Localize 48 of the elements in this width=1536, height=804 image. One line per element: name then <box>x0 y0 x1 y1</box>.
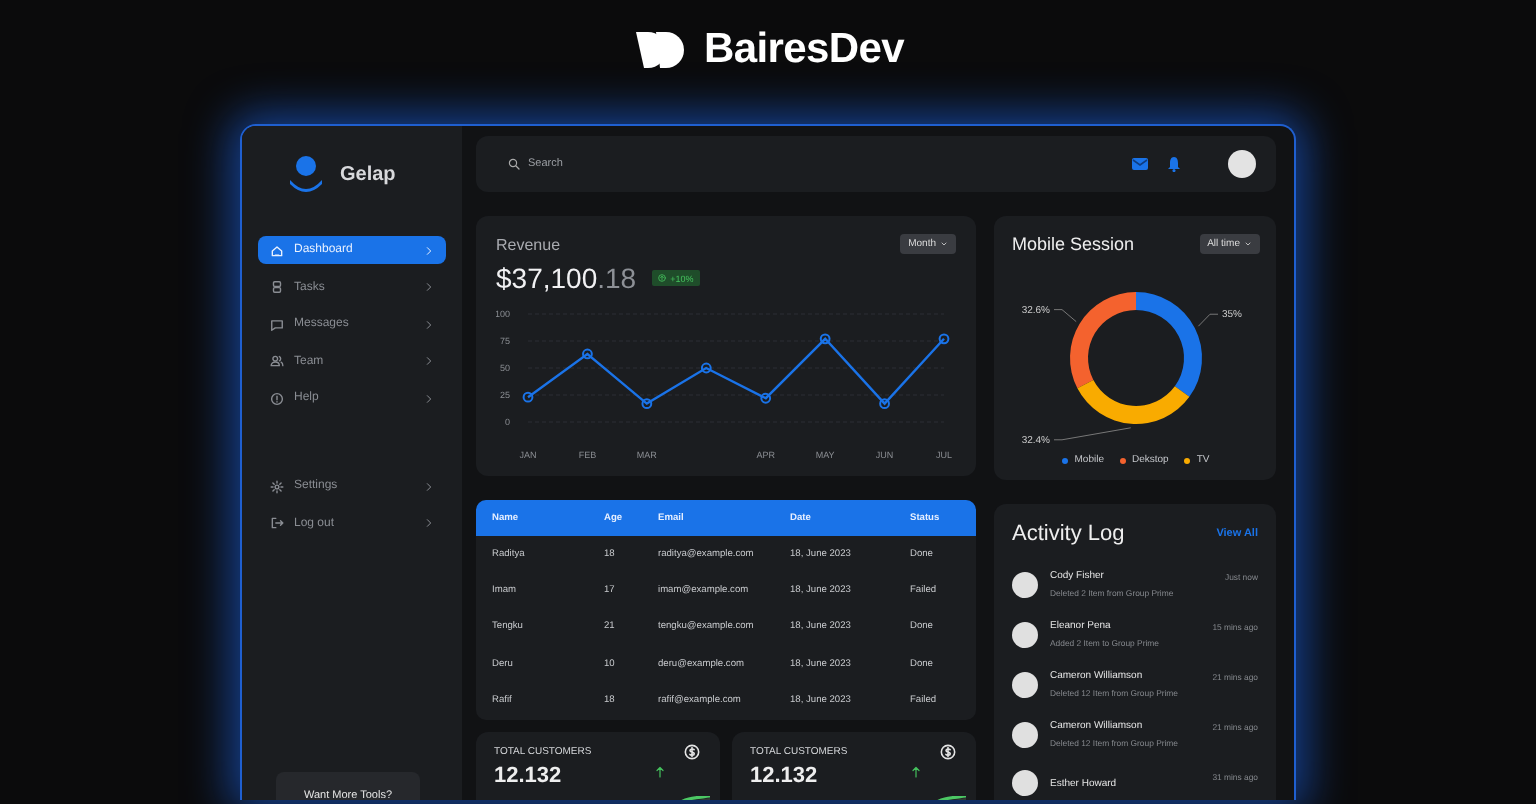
chat-icon <box>270 317 284 331</box>
home-icon <box>270 243 284 257</box>
chevron-right-icon <box>424 245 434 255</box>
team-icon <box>270 354 284 368</box>
data-point <box>879 398 890 410</box>
card-title: Activity Log <box>1012 522 1125 546</box>
dollar-icon <box>684 744 700 760</box>
data-point <box>938 333 950 345</box>
chevron-right-icon <box>424 518 434 528</box>
stat-value: 12.132 <box>750 764 818 788</box>
user-avatar <box>1012 621 1038 647</box>
app-name: Gelap <box>340 163 396 185</box>
user-avatar <box>1012 721 1038 747</box>
mail-icon[interactable] <box>1132 158 1148 170</box>
card-title: Mobile Session <box>1012 234 1135 254</box>
data-point <box>819 333 831 345</box>
data-point <box>522 391 534 403</box>
data-point <box>760 392 772 404</box>
search-icon <box>508 158 520 170</box>
data-point <box>700 362 712 374</box>
chevron-right-icon <box>424 319 434 329</box>
logout-icon <box>270 516 284 530</box>
user-avatar <box>1012 770 1038 796</box>
chevron-right-icon <box>424 282 434 292</box>
leader-line <box>1053 427 1132 441</box>
user-avatar <box>1012 571 1038 597</box>
gear-icon <box>270 479 284 493</box>
user-logo-icon <box>288 154 324 194</box>
bell-icon[interactable] <box>1168 156 1180 172</box>
user-avatar <box>1012 671 1038 697</box>
chevron-right-icon <box>424 393 434 403</box>
stack-icon <box>270 280 284 294</box>
stat-value: 12.132 <box>494 764 562 788</box>
arrow-up-icon <box>658 274 667 282</box>
arrow-up-icon <box>910 764 922 780</box>
user-avatar[interactable] <box>1228 150 1256 178</box>
info-icon <box>270 391 284 405</box>
data-point <box>582 348 593 360</box>
leader-line <box>1197 313 1219 327</box>
chevron-right-icon <box>424 481 434 491</box>
chevron-right-icon <box>424 356 434 366</box>
data-point <box>641 398 653 410</box>
revenue-amount: $37,100.18 <box>496 262 637 294</box>
card-title: Revenue <box>496 235 561 253</box>
brand-name: BairesDev <box>703 26 905 74</box>
dollar-icon <box>940 744 956 760</box>
leader-line <box>1053 309 1077 323</box>
arrow-up-icon <box>654 764 666 780</box>
